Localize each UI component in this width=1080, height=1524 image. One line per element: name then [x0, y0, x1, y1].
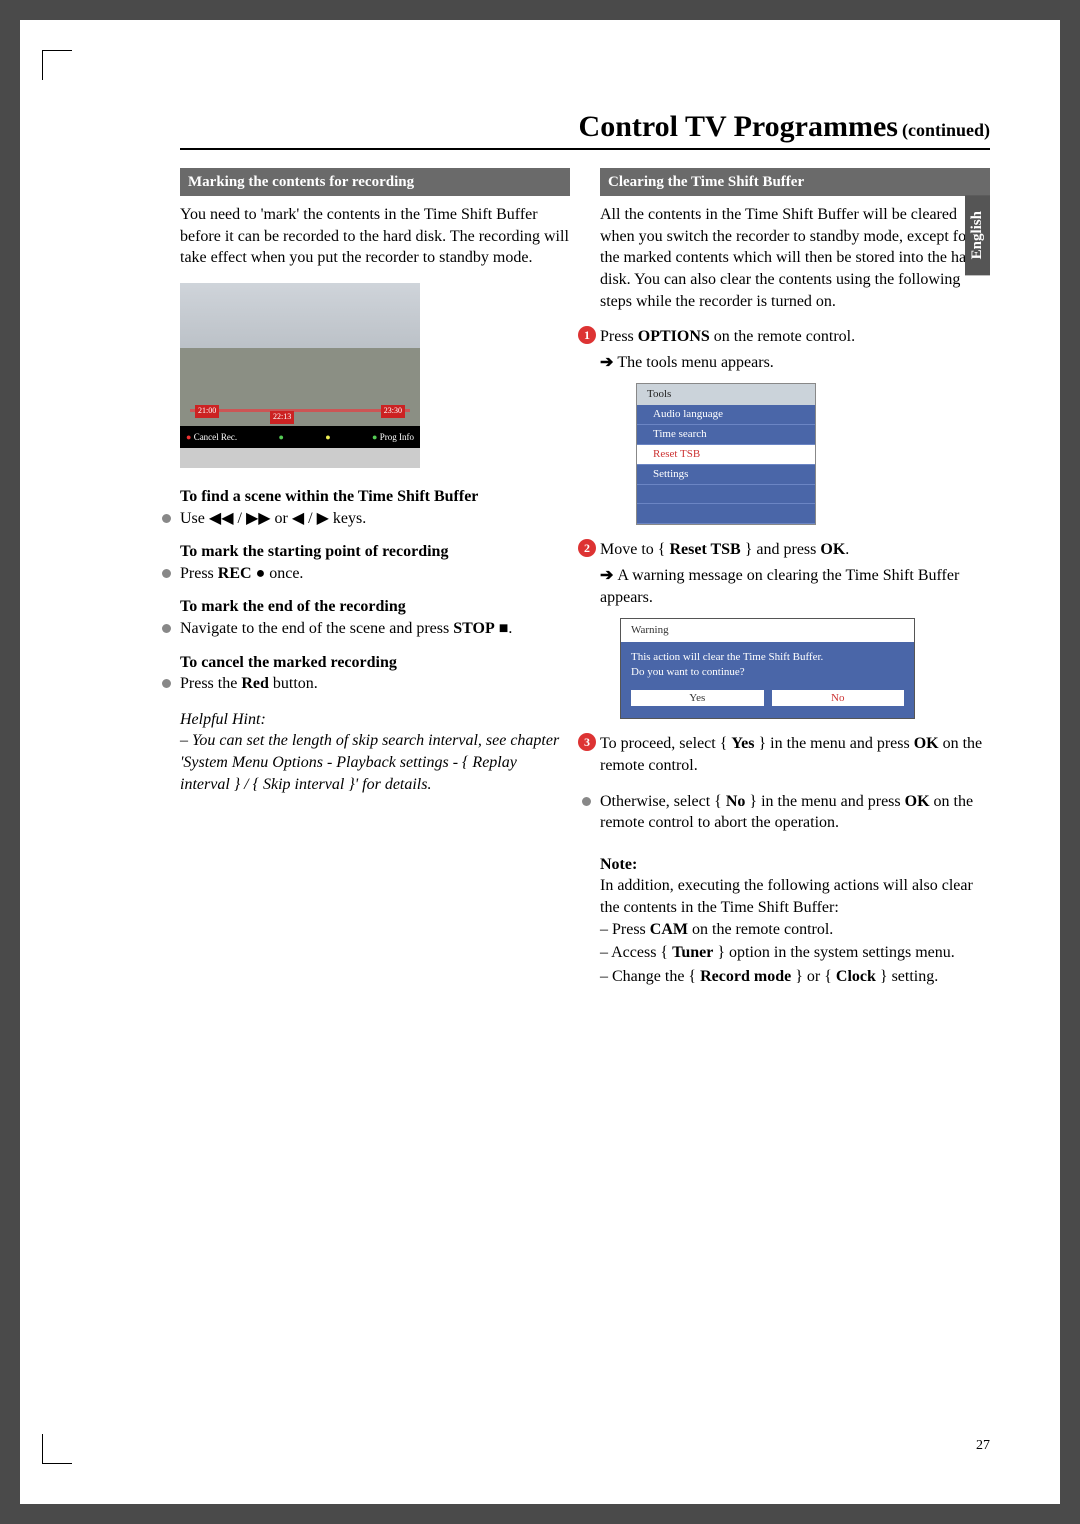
yellow-dot-icon: ●: [325, 431, 330, 443]
step-number-icon: 1: [578, 326, 596, 344]
page-title-bar: Control TV Programmes (continued): [180, 110, 990, 150]
warning-body: This action will clear the Time Shift Bu…: [621, 642, 914, 719]
clearing-intro: All the contents in the Time Shift Buffe…: [600, 204, 990, 312]
crop-mark-bl: [42, 1434, 72, 1464]
page-title: Control TV Programmes: [579, 110, 898, 143]
green-dot-icon-2: ●: [372, 432, 377, 442]
tsb-time-current: 22:13: [270, 411, 294, 424]
marking-intro: You need to 'mark' the contents in the T…: [180, 204, 570, 269]
heading-cancel-mark: To cancel the marked recording: [180, 652, 570, 674]
warning-yes-button: Yes: [631, 690, 764, 707]
tools-item: Settings: [637, 465, 815, 485]
content-columns: Marking the contents for recording You n…: [180, 168, 990, 989]
step-number-icon: 3: [578, 733, 596, 751]
note-heading: Note:: [600, 854, 990, 876]
bullet-icon: [162, 679, 171, 688]
language-tab: English: [965, 195, 990, 275]
bullet-icon: [162, 624, 171, 633]
note-intro: In addition, executing the following act…: [600, 875, 990, 918]
step-1: 1 Press OPTIONS on the remote control.: [578, 326, 990, 348]
tools-menu-screenshot: Tools Audio language Time search Reset T…: [636, 383, 816, 525]
section-bar-clearing: Clearing the Time Shift Buffer: [600, 168, 990, 196]
left-column: Marking the contents for recording You n…: [180, 168, 570, 989]
arrow-icon: ➔: [600, 354, 613, 371]
tools-item: Time search: [637, 425, 815, 445]
tsb-legend-bar: ● Cancel Rec. ● ● ● Prog Info: [180, 426, 420, 448]
bullet-cancel-mark: Press the Red button.: [162, 673, 570, 695]
tsb-time-start: 21:00: [195, 405, 219, 418]
tools-item: Audio language: [637, 405, 815, 425]
step-1-result: ➔The tools menu appears.: [600, 352, 990, 374]
bullet-mark-start: Press REC ● once.: [162, 563, 570, 585]
step-number-icon: 2: [578, 539, 596, 557]
page-number: 27: [976, 1438, 990, 1454]
crop-mark-tl: [42, 50, 72, 80]
tsb-screenshot: 21:00 23:30 22:13 ● Cancel Rec. ● ● ● Pr…: [180, 283, 420, 468]
tools-item-selected: Reset TSB: [637, 445, 815, 465]
step-2-result: ➔A warning message on clearing the Time …: [600, 565, 990, 608]
warning-no-button: No: [772, 690, 905, 707]
tools-menu-title: Tools: [637, 384, 815, 405]
warning-title: Warning: [621, 619, 914, 642]
right-column: Clearing the Time Shift Buffer All the c…: [600, 168, 990, 989]
warning-dialog-screenshot: Warning This action will clear the Time …: [620, 618, 915, 719]
bullet-find-scene: Use ◀◀ / ▶▶ or ◀ / ▶ keys.: [162, 508, 570, 530]
section-bar-marking: Marking the contents for recording: [180, 168, 570, 196]
red-dot-icon: ●: [186, 432, 191, 442]
tools-item-blank: [637, 504, 815, 524]
step-2: 2 Move to { Reset TSB } and press OK.: [578, 539, 990, 561]
tools-item-blank: [637, 485, 815, 505]
heading-mark-end: To mark the end of the recording: [180, 596, 570, 618]
bullet-mark-end: Navigate to the end of the scene and pre…: [162, 618, 570, 640]
step-3: 3 To proceed, select { Yes } in the menu…: [578, 733, 990, 776]
bullet-otherwise: Otherwise, select { No } in the menu and…: [582, 791, 990, 834]
note-list: – Press CAM on the remote control. – Acc…: [600, 919, 990, 988]
manual-page: English Control TV Programmes (continued…: [20, 20, 1060, 1504]
bullet-icon: [162, 569, 171, 578]
green-dot-icon: ●: [279, 431, 284, 443]
arrow-icon: ➔: [600, 567, 613, 584]
heading-mark-start: To mark the starting point of recording: [180, 541, 570, 563]
tsb-time-end: 23:30: [381, 405, 405, 418]
bullet-icon: [162, 514, 171, 523]
helpful-hint: Helpful Hint: – You can set the length o…: [180, 709, 570, 795]
page-title-continued: (continued): [902, 120, 990, 140]
heading-find-scene: To find a scene within the Time Shift Bu…: [180, 486, 570, 508]
bullet-icon: [582, 797, 591, 806]
